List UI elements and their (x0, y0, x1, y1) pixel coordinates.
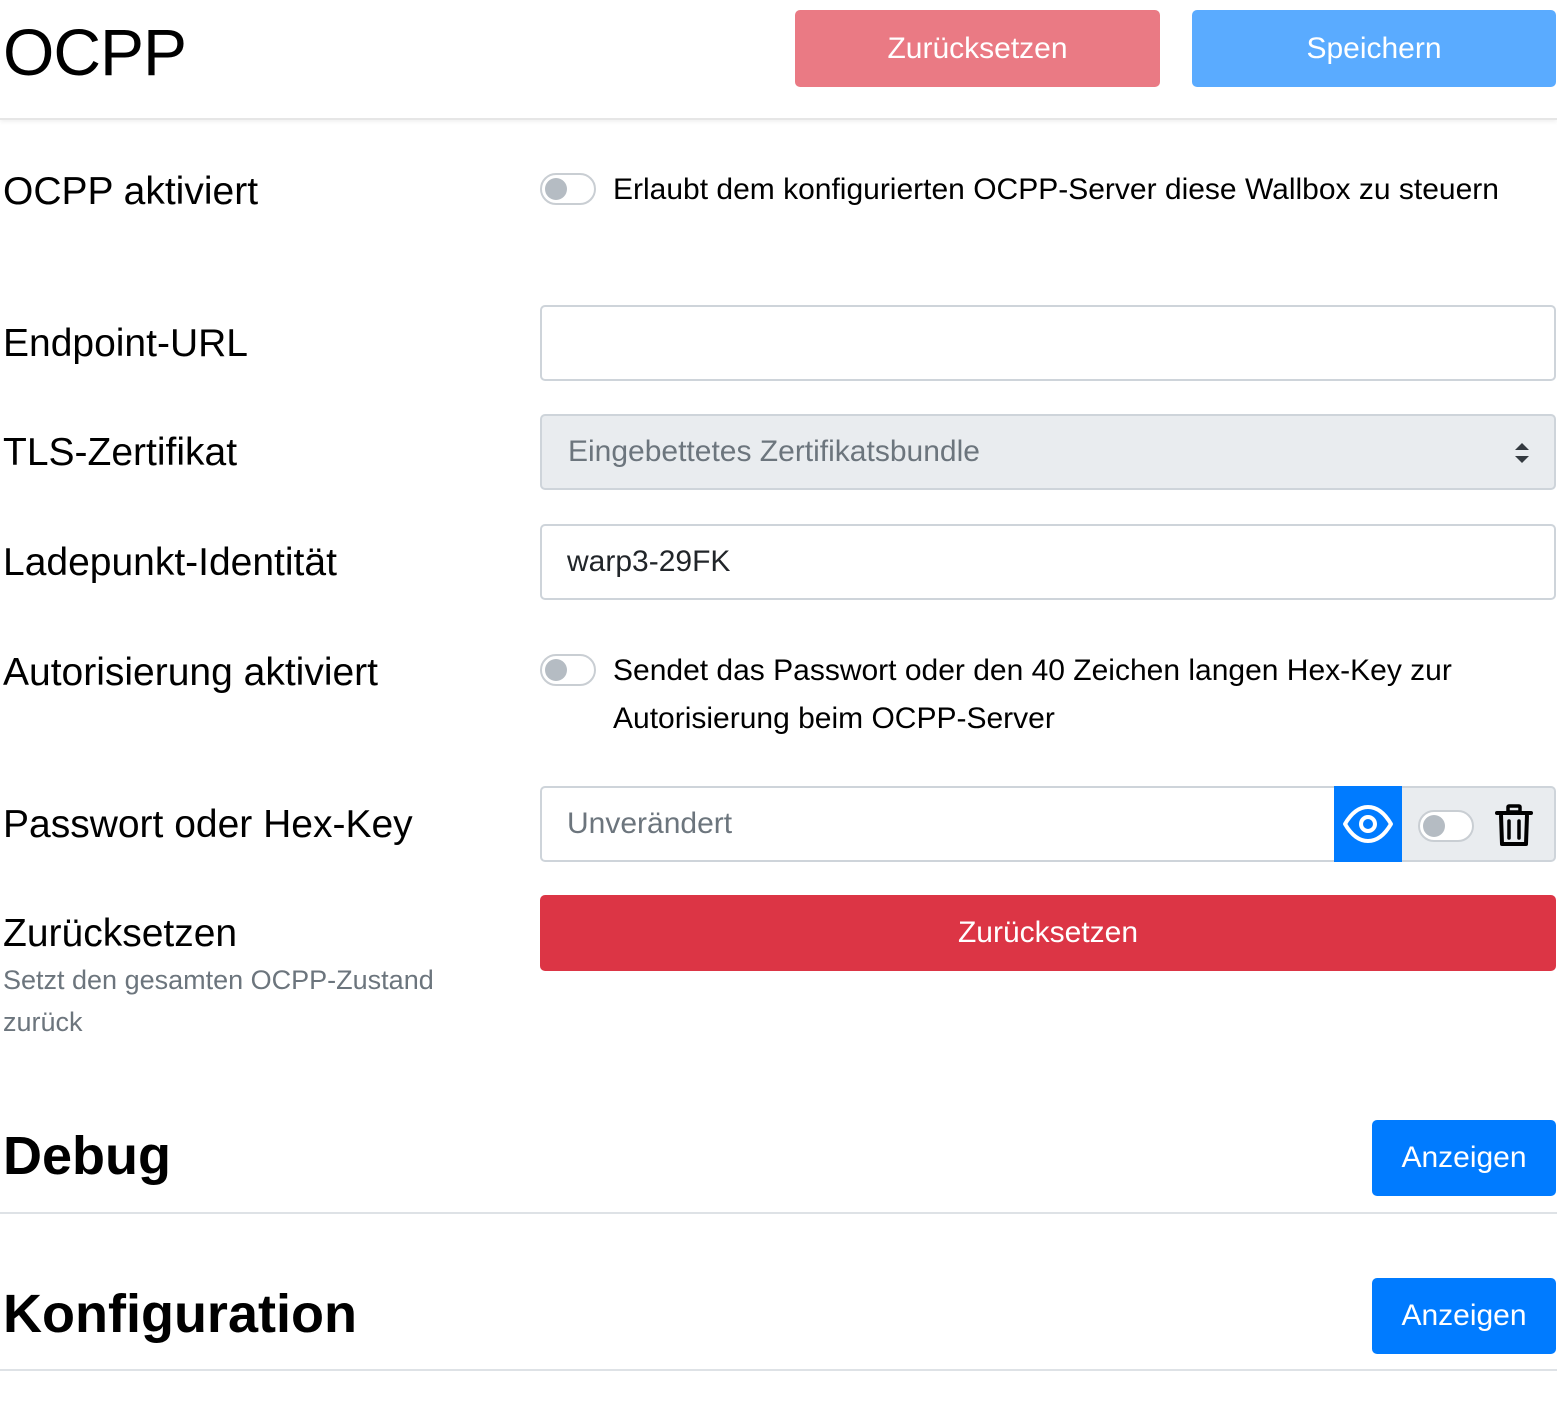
reset-state-button[interactable]: Zurücksetzen (540, 895, 1556, 971)
clear-password-switch[interactable] (1418, 810, 1474, 842)
switch-knob (545, 659, 567, 681)
tls-cert-select[interactable]: Eingebettetes Zertifikatsbundle (540, 414, 1556, 490)
switch-knob (545, 178, 567, 200)
debug-section-divider (0, 1212, 1557, 1214)
ocpp-enabled-switch[interactable] (540, 173, 596, 205)
show-password-button[interactable] (1334, 786, 1402, 862)
config-show-button[interactable]: Anzeigen (1372, 1278, 1556, 1354)
eye-icon (1343, 805, 1393, 843)
reset-state-sublabel: Setzt den gesamten OCPP-Zustand zurück (3, 965, 434, 1037)
page-title: OCPP (3, 15, 187, 89)
ocpp-enabled-description: Erlaubt dem konfigurierten OCPP-Server d… (613, 173, 1499, 206)
tls-cert-selected-value: Eingebettetes Zertifikatsbundle (568, 435, 980, 468)
password-input[interactable] (540, 786, 1336, 862)
save-button[interactable]: Speichern (1192, 10, 1556, 87)
reset-button[interactable]: Zurücksetzen (795, 10, 1160, 87)
select-arrows-icon (1515, 443, 1529, 463)
endpoint-url-label: Endpoint-URL (3, 322, 248, 365)
config-section-title: Konfiguration (3, 1284, 357, 1344)
endpoint-url-input[interactable] (540, 305, 1556, 381)
tls-cert-label: TLS-Zertifikat (3, 431, 238, 474)
clear-password-toggle (1402, 786, 1556, 862)
password-label: Passwort oder Hex-Key (3, 803, 413, 846)
debug-section-title: Debug (3, 1126, 171, 1186)
config-section-divider (0, 1369, 1557, 1371)
charge-point-identity-label: Ladepunkt-Identität (3, 541, 337, 584)
auth-enabled-switch[interactable] (540, 654, 596, 686)
switch-knob (1423, 815, 1445, 837)
password-input-group (540, 786, 1556, 862)
auth-enabled-description: Sendet das Passwort oder den 40 Zeichen … (613, 654, 1452, 735)
debug-show-button[interactable]: Anzeigen (1372, 1120, 1556, 1196)
auth-enabled-label: Autorisierung aktiviert (3, 651, 378, 694)
charge-point-identity-input[interactable] (540, 524, 1556, 600)
reset-state-label: Zurücksetzen (3, 912, 238, 955)
trash-icon (1495, 804, 1533, 846)
page-header: OCPP Zurücksetzen Speichern (0, 0, 1557, 120)
ocpp-enabled-label: OCPP aktiviert (3, 170, 259, 213)
